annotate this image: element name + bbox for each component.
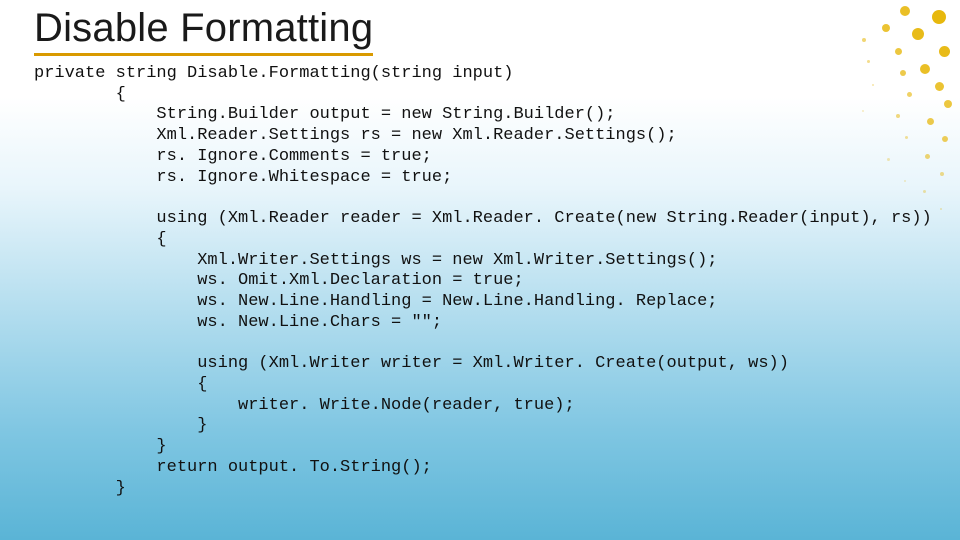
slide-title: Disable Formatting	[34, 6, 373, 56]
code-block: private string Disable.Formatting(string…	[34, 64, 932, 499]
slide: Disable Formatting private string Disabl…	[0, 0, 960, 540]
